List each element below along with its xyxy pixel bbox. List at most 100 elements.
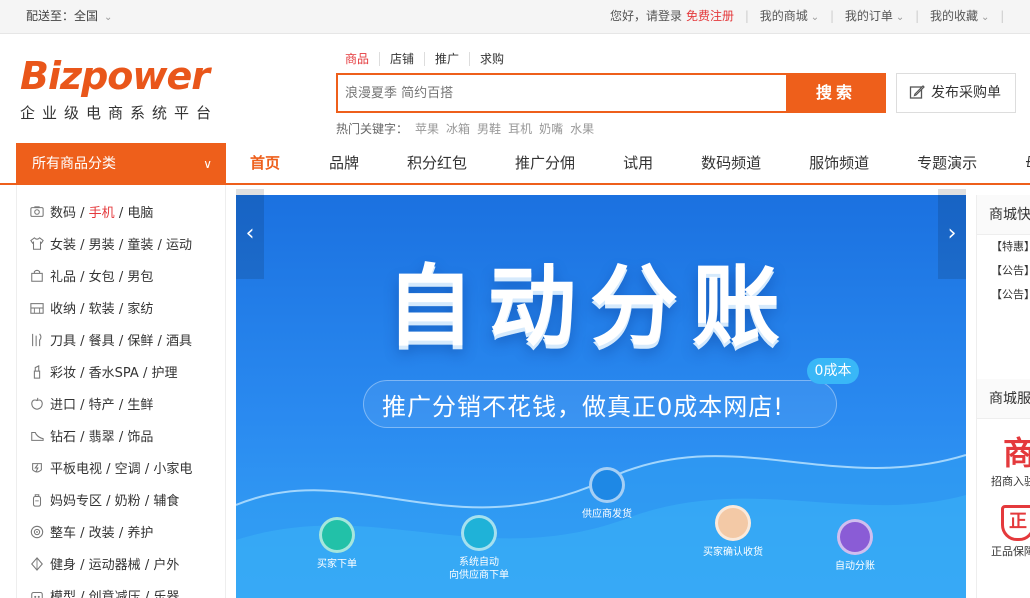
category-link[interactable]: 家纺 [127, 302, 153, 317]
category-link[interactable]: 进口 [50, 398, 76, 413]
search-input[interactable] [338, 75, 786, 111]
my-mall-link[interactable]: 我的商城 ⌄ [760, 7, 819, 24]
nav-item-apparel[interactable]: 服饰频道 [809, 143, 869, 183]
category-row[interactable]: 刀具 / 餐具 / 保鲜 / 酒具 [17, 326, 225, 358]
category-link[interactable]: 钻石 [50, 430, 76, 445]
category-link[interactable]: 餐具 [89, 334, 115, 349]
login-link[interactable]: 您好，请登录 [610, 7, 682, 24]
category-link[interactable]: 收纳 [50, 302, 76, 317]
news-item[interactable]: 【公告】 [977, 283, 1030, 307]
search-tab-promo[interactable]: 推广 [424, 52, 469, 66]
truck-icon [589, 467, 625, 503]
category-link[interactable]: 女包 [89, 270, 115, 285]
nav-item-digital[interactable]: 数码频道 [701, 143, 761, 183]
hot-keyword[interactable]: 苹果 [415, 122, 439, 136]
divider: | [744, 9, 749, 23]
hot-keyword[interactable]: 耳机 [508, 122, 532, 136]
category-link[interactable]: 户外 [153, 558, 179, 573]
hot-keyword[interactable]: 男鞋 [477, 122, 501, 136]
category-link[interactable]: 电脑 [127, 206, 153, 221]
hot-keyword[interactable]: 冰箱 [446, 122, 470, 136]
category-row[interactable]: 进口 / 特产 / 生鲜 [17, 390, 225, 422]
category-link[interactable]: 礼品 [50, 270, 76, 285]
site-logo[interactable]: Bizpower 企业级电商系统平台 [20, 54, 235, 123]
category-row[interactable]: 模型 / 创意减压 / 乐器 [17, 582, 225, 598]
category-separator: / [76, 206, 89, 221]
category-link[interactable]: 男包 [127, 270, 153, 285]
category-row[interactable]: 平板电视 / 空调 / 小家电 [17, 454, 225, 486]
category-link[interactable]: 奶粉 [115, 494, 141, 509]
category-row[interactable]: 钻石 / 翡翠 / 饰品 [17, 422, 225, 454]
nav-item-points[interactable]: 积分红包 [407, 143, 467, 183]
category-row[interactable]: 整车 / 改装 / 养护 [17, 518, 225, 550]
my-favorites-link[interactable]: 我的收藏 ⌄ [930, 7, 989, 24]
category-link[interactable]: 整车 [50, 526, 76, 541]
chevron-left-icon: ‹ [245, 221, 255, 246]
banner-step: 买家下单 [292, 517, 382, 571]
category-link[interactable]: 生鲜 [127, 398, 153, 413]
category-row[interactable]: 女装 / 男装 / 童装 / 运动 [17, 230, 225, 262]
category-row[interactable]: 收纳 / 软装 / 家纺 [17, 294, 225, 326]
category-link[interactable]: 软装 [89, 302, 115, 317]
category-link[interactable]: 特产 [89, 398, 115, 413]
category-link[interactable]: 运动 [166, 238, 192, 253]
post-purchase-order-button[interactable]: 发布采购单 [896, 73, 1016, 113]
category-link[interactable]: 模型 [50, 590, 76, 598]
category-link[interactable]: 保鲜 [127, 334, 153, 349]
category-link[interactable]: 养护 [127, 526, 153, 541]
search-tab-goods[interactable]: 商品 [345, 52, 379, 66]
hot-keyword[interactable]: 奶嘴 [539, 122, 563, 136]
category-link[interactable]: 妈妈专区 [50, 494, 102, 509]
category-row[interactable]: 礼品 / 女包 / 男包 [17, 262, 225, 294]
nav-item-brand[interactable]: 品牌 [329, 143, 359, 183]
category-link[interactable]: 香水SPA [89, 366, 139, 381]
category-link[interactable]: 运动器械 [89, 558, 141, 573]
news-item[interactable]: 【公告】 [977, 259, 1030, 283]
divider: | [1000, 9, 1005, 23]
category-link[interactable]: 健身 [50, 558, 76, 573]
hot-keywords-label: 热门关键字： [336, 122, 409, 136]
category-link[interactable]: 小家电 [153, 462, 192, 477]
category-link[interactable]: 童装 [127, 238, 153, 253]
category-separator: / [114, 398, 128, 413]
category-link[interactable]: 酒具 [166, 334, 192, 349]
search-tab-shops[interactable]: 店铺 [379, 52, 424, 66]
category-link[interactable]: 手机 [89, 206, 115, 221]
my-orders-link[interactable]: 我的订单 ⌄ [845, 7, 904, 24]
category-link[interactable]: 彩妆 [50, 366, 76, 381]
nav-item-mother[interactable]: 母 [1025, 143, 1030, 183]
category-link[interactable]: 空调 [115, 462, 141, 477]
search-tab-wanted[interactable]: 求购 [469, 52, 514, 66]
category-link[interactable]: 女装 [50, 238, 76, 253]
banner-prev-button[interactable]: ‹ [236, 189, 264, 279]
category-link[interactable]: 乐器 [153, 590, 179, 598]
category-link[interactable]: 翡翠 [89, 430, 115, 445]
register-link[interactable]: 免费注册 [686, 7, 734, 24]
category-link[interactable]: 男装 [89, 238, 115, 253]
service-merchant-join[interactable]: 商 [977, 435, 1030, 471]
search-button[interactable]: 搜索 [786, 73, 886, 113]
nav-item-home[interactable]: 首页 [250, 143, 280, 183]
nav-item-trial[interactable]: 试用 [623, 143, 653, 183]
category-link[interactable]: 改装 [89, 526, 115, 541]
category-link[interactable]: 辅食 [153, 494, 179, 509]
category-row[interactable]: 数码 / 手机 / 电脑 [17, 198, 225, 230]
promo-banner[interactable]: 自动分账 推广分销不花钱，做真正0成本网店! 0成本 买家下单 系统自动 向供应商… [236, 195, 966, 598]
ship-to-selector[interactable]: 配送至：全国 ⌄ [26, 7, 112, 24]
mall-news-title: 商城快 [977, 195, 1030, 235]
category-link[interactable]: 数码 [50, 206, 76, 221]
category-row[interactable]: 彩妆 / 香水SPA / 护理 [17, 358, 225, 390]
all-categories-button[interactable]: 所有商品分类 ∨ [16, 143, 226, 185]
news-item[interactable]: 【特惠】 [977, 235, 1030, 259]
nav-item-topics[interactable]: 专题演示 [917, 143, 977, 183]
category-row[interactable]: 健身 / 运动器械 / 户外 [17, 550, 225, 582]
hot-keyword[interactable]: 水果 [570, 122, 594, 136]
category-row[interactable]: 妈妈专区 / 奶粉 / 辅食 [17, 486, 225, 518]
category-link[interactable]: 护理 [151, 366, 177, 381]
category-link[interactable]: 创意减压 [89, 590, 141, 598]
banner-next-button[interactable]: › [938, 189, 966, 279]
category-link[interactable]: 刀具 [50, 334, 76, 349]
category-link[interactable]: 平板电视 [50, 462, 102, 477]
category-link[interactable]: 饰品 [127, 430, 153, 445]
nav-item-promo[interactable]: 推广分佣 [515, 143, 575, 183]
